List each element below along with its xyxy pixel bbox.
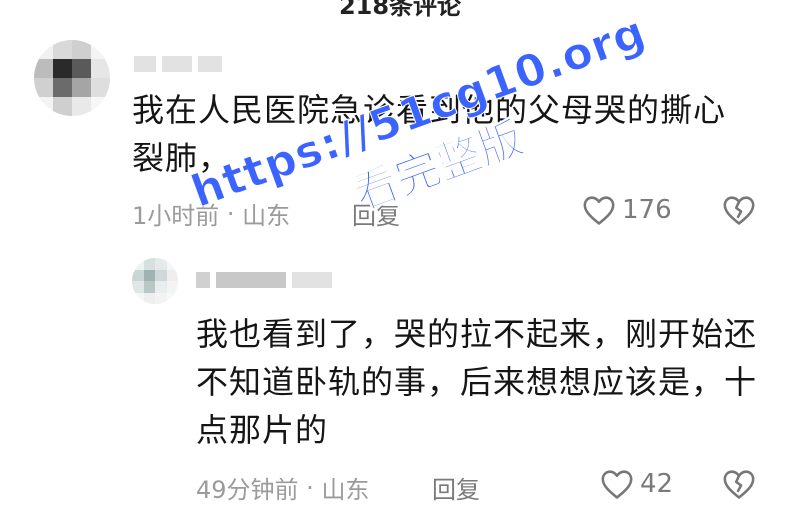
separator-dot: ·: [219, 199, 243, 228]
comment-line: 我也看到了，哭的拉不起来，刚开始还: [196, 315, 758, 353]
like-count: 176: [622, 195, 672, 225]
comment-line: 裂肺，: [132, 139, 232, 177]
comment-line: 不知道卧轨的事，后来想想应该是，十: [196, 363, 758, 401]
comment-meta: 1小时前 · 山东: [132, 196, 290, 231]
heart-icon: [583, 196, 615, 225]
comment-meta: 49分钟前 · 山东: [196, 470, 369, 505]
comment-count-title: 218条评论: [338, 0, 462, 20]
heart-icon: [601, 470, 633, 499]
like-button[interactable]: 42: [600, 468, 673, 500]
avatar[interactable]: [132, 258, 178, 304]
separator-dot: ·: [298, 473, 322, 502]
broken-heart-icon[interactable]: [722, 468, 756, 500]
comment-text: 我在人民医院急诊看到他的父母哭的撕心 裂肺，: [132, 86, 726, 182]
like-count: 42: [640, 469, 674, 499]
comment-time: 1小时前: [132, 202, 220, 230]
comment-time: 49分钟前: [196, 476, 299, 504]
comment-line: 我在人民医院急诊看到他的父母哭的撕心: [132, 91, 727, 129]
comment-thread: 218条评论 我在人民医院急诊看到他的父母哭的撕心 裂肺， 1小时前 · 山东 …: [0, 0, 800, 518]
reply-button[interactable]: 回复: [432, 470, 480, 505]
avatar[interactable]: [34, 40, 110, 116]
comment-location: 山东: [321, 476, 370, 504]
broken-heart-icon[interactable]: [722, 194, 756, 226]
reply-button[interactable]: 回复: [352, 196, 400, 231]
username-masked[interactable]: [134, 56, 222, 72]
comment-text: 我也看到了，哭的拉不起来，刚开始还 不知道卧轨的事，后来想想应该是，十 点那片的: [196, 310, 757, 454]
comment-location: 山东: [242, 202, 291, 230]
comment-line: 点那片的: [196, 411, 329, 449]
username-masked[interactable]: [196, 272, 332, 288]
like-button[interactable]: 176: [582, 194, 672, 226]
